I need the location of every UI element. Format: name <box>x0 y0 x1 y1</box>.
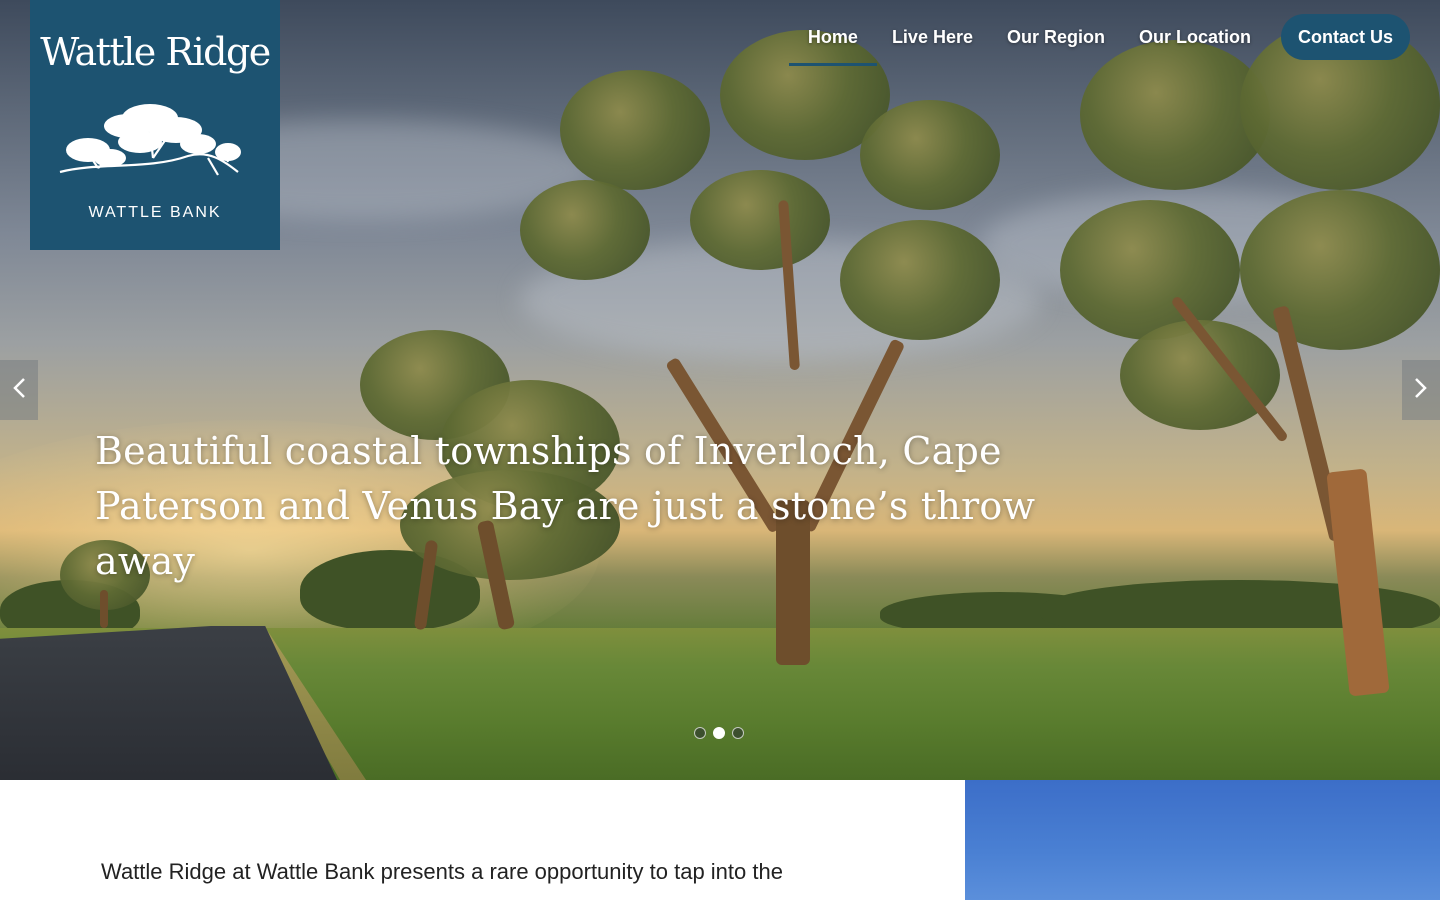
contact-us-button[interactable]: Contact Us <box>1280 14 1410 60</box>
site-logo[interactable]: Wattle Ridge WATTLE BANK <box>30 0 280 250</box>
tree-canopy <box>560 70 710 190</box>
sky-image <box>965 780 1440 900</box>
tree-canopy <box>840 220 1000 340</box>
slider-dot-3[interactable] <box>732 727 744 739</box>
chevron-left-icon <box>12 375 26 406</box>
gum-tree-icon <box>58 100 248 184</box>
tree-canopy <box>860 100 1000 210</box>
nav-item-home[interactable]: Home <box>788 14 877 66</box>
tree-canopy <box>690 170 830 270</box>
slider-dot-2[interactable] <box>713 727 725 739</box>
tree-canopy <box>1240 190 1440 350</box>
nav-item-our-location[interactable]: Our Location <box>1122 14 1268 60</box>
slider-next-button[interactable] <box>1402 360 1440 420</box>
logo-title: Wattle Ridge <box>40 30 271 74</box>
intro-paragraph: Wattle Ridge at Wattle Bank presents a r… <box>101 859 783 884</box>
slider-pagination <box>694 727 744 739</box>
tree-canopy <box>1060 200 1240 340</box>
tree-trunk <box>100 590 108 628</box>
tree-canopy <box>520 180 650 280</box>
nav-item-live-here[interactable]: Live Here <box>875 14 990 60</box>
logo-subtitle: WATTLE BANK <box>88 204 222 221</box>
slider-dot-1[interactable] <box>694 727 706 739</box>
hero-caption: Beautiful coastal townships of Inverloch… <box>95 429 1036 583</box>
slider-prev-button[interactable] <box>0 360 38 420</box>
main-nav: Home Live Here Our Region Our Location C… <box>788 14 1410 66</box>
nav-item-our-region[interactable]: Our Region <box>990 14 1122 60</box>
chevron-right-icon <box>1414 375 1428 406</box>
